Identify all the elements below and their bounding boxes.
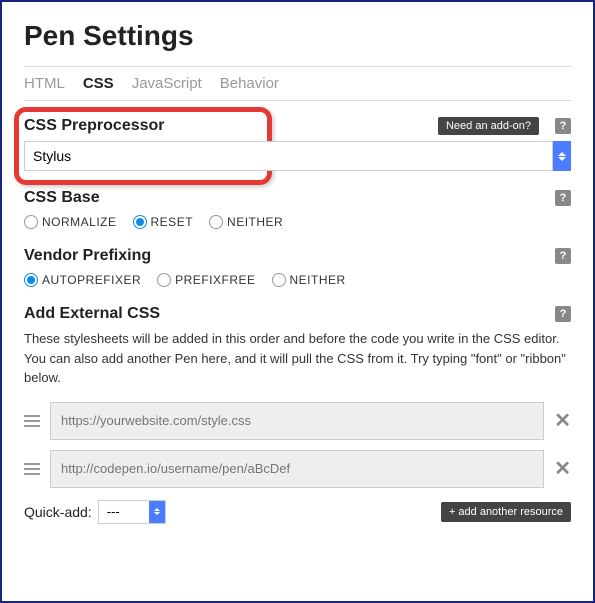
section-preprocessor: CSS Preprocessor Need an add-on? ? Stylu… <box>24 117 571 171</box>
radio-normalize[interactable]: NORMALIZE <box>24 215 117 229</box>
preprocessor-value[interactable]: Stylus <box>24 141 553 171</box>
radio-icon <box>157 273 171 287</box>
preprocessor-select[interactable]: Stylus <box>24 141 571 171</box>
quickadd-group: Quick-add: --- <box>24 500 166 524</box>
add-resource-button[interactable]: + add another resource <box>441 502 571 522</box>
radio-prefixfree[interactable]: PREFIXFREE <box>157 273 255 287</box>
resource-row: ✕ <box>24 402 571 440</box>
css-base-title: CSS Base <box>24 189 100 207</box>
radio-icon <box>24 273 38 287</box>
preprocessor-title: CSS Preprocessor <box>24 117 165 135</box>
section-external-css: Add External CSS ? These stylesheets wil… <box>24 305 571 524</box>
radio-neither[interactable]: NEITHER <box>209 215 283 229</box>
radio-autoprefixer[interactable]: AUTOPREFIXER <box>24 273 141 287</box>
quickadd-value: --- <box>99 501 149 523</box>
help-icon[interactable]: ? <box>555 190 571 206</box>
section-css-base: CSS Base ? NORMALIZE RESET NEITHER <box>24 189 571 229</box>
resource-input[interactable] <box>50 450 544 488</box>
tab-css[interactable]: CSS <box>83 75 114 92</box>
drag-handle-icon[interactable] <box>24 463 40 475</box>
quickadd-select[interactable]: --- <box>98 500 166 524</box>
tabs-bar: HTML CSS JavaScript Behavior <box>24 66 571 101</box>
chevron-updown-icon[interactable] <box>553 141 571 171</box>
radio-vendor-neither[interactable]: NEITHER <box>272 273 346 287</box>
help-icon[interactable]: ? <box>555 118 571 134</box>
addon-badge[interactable]: Need an add-on? <box>438 117 539 135</box>
radio-label: NEITHER <box>290 273 346 287</box>
tab-behavior[interactable]: Behavior <box>220 75 279 92</box>
radio-label: NORMALIZE <box>42 215 117 229</box>
page-title: Pen Settings <box>24 20 571 52</box>
resource-row: ✕ <box>24 450 571 488</box>
external-description: These stylesheets will be added in this … <box>24 329 571 388</box>
tab-html[interactable]: HTML <box>24 75 65 92</box>
help-icon[interactable]: ? <box>555 248 571 264</box>
radio-reset[interactable]: RESET <box>133 215 194 229</box>
external-title: Add External CSS <box>24 305 160 323</box>
chevron-updown-icon[interactable] <box>149 501 165 523</box>
drag-handle-icon[interactable] <box>24 415 40 427</box>
radio-icon <box>24 215 38 229</box>
radio-icon <box>133 215 147 229</box>
close-icon[interactable]: ✕ <box>554 408 571 433</box>
quickadd-label: Quick-add: <box>24 504 92 520</box>
close-icon[interactable]: ✕ <box>554 456 571 481</box>
radio-icon <box>209 215 223 229</box>
vendor-title: Vendor Prefixing <box>24 247 151 265</box>
radio-label: AUTOPREFIXER <box>42 273 141 287</box>
resource-input[interactable] <box>50 402 544 440</box>
section-vendor-prefixing: Vendor Prefixing ? AUTOPREFIXER PREFIXFR… <box>24 247 571 287</box>
radio-label: RESET <box>151 215 194 229</box>
radio-label: PREFIXFREE <box>175 273 255 287</box>
tab-javascript[interactable]: JavaScript <box>132 75 202 92</box>
radio-icon <box>272 273 286 287</box>
help-icon[interactable]: ? <box>555 306 571 322</box>
radio-label: NEITHER <box>227 215 283 229</box>
